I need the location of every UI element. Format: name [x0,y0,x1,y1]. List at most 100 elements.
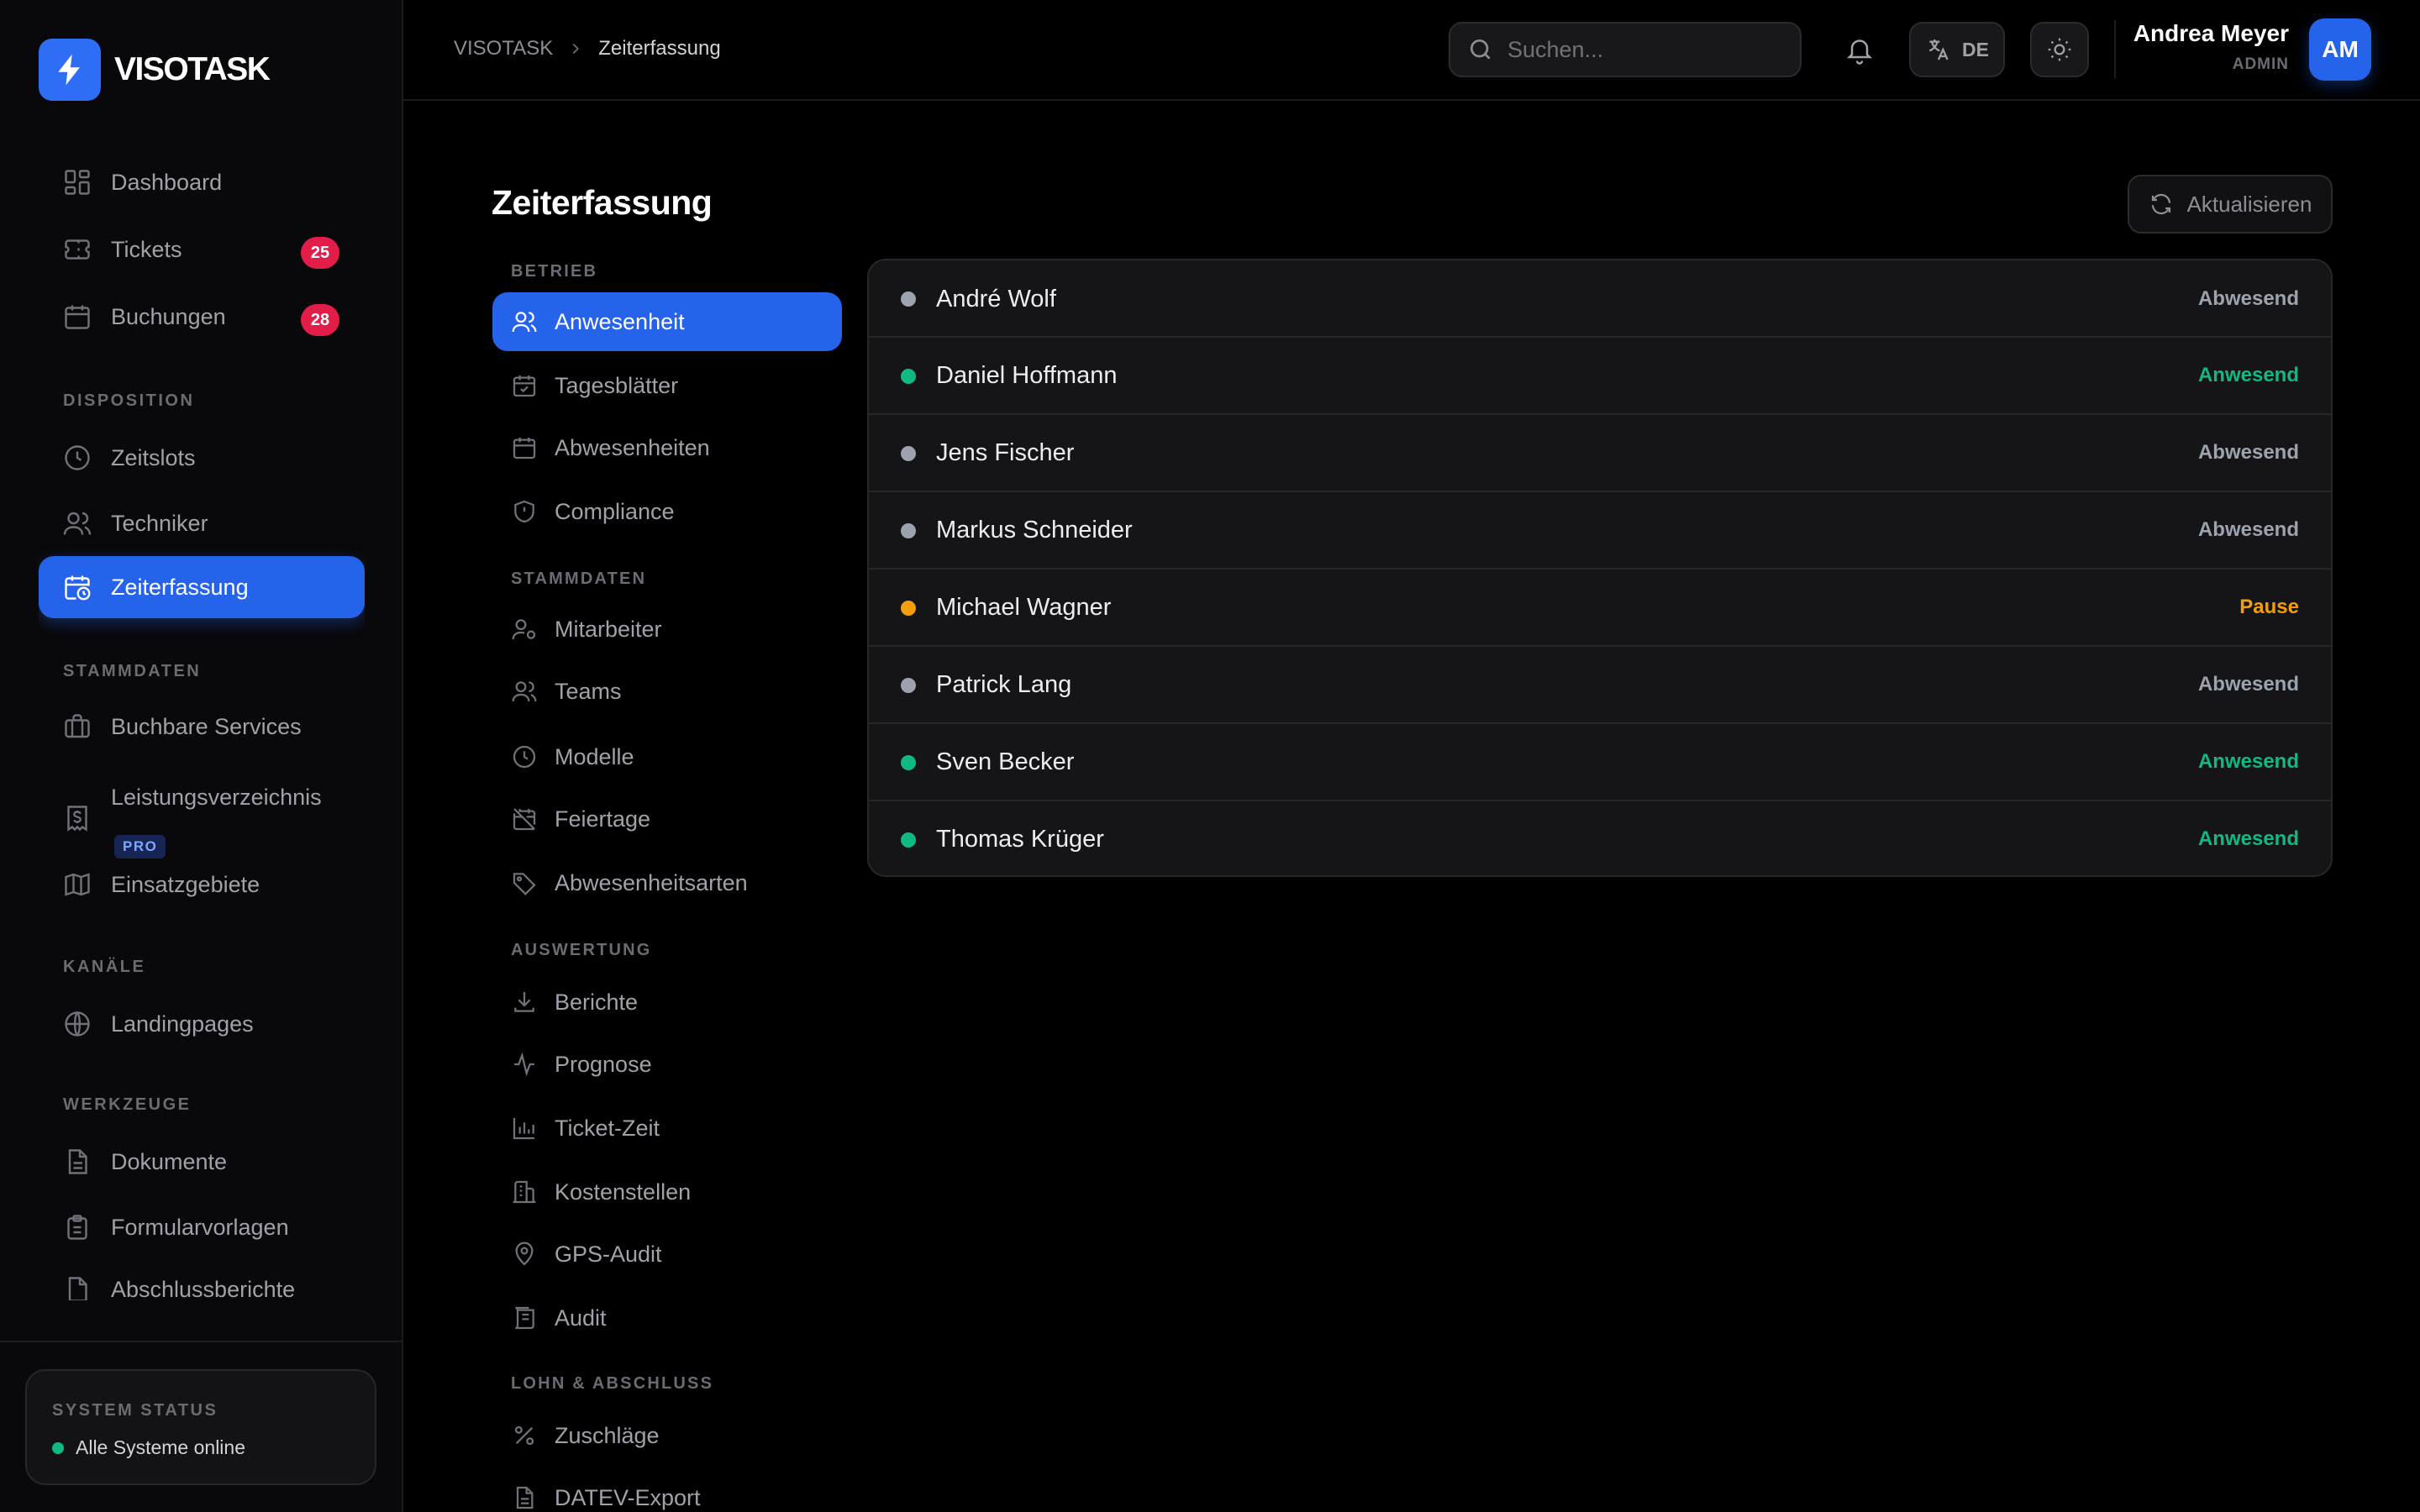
nav-item-techniker[interactable]: Techniker [39,492,365,554]
attendance-row[interactable]: Markus Schneider Abwesend [869,491,2331,568]
subnav-label: Kostenstellen [555,1179,692,1205]
briefcase-icon [65,714,90,738]
nav-item-tickets[interactable]: Tickets 25 [39,218,365,281]
refresh-button[interactable]: Aktualisieren [2128,175,2333,234]
document-icon [68,1149,87,1174]
subnav-item-compliance[interactable]: Compliance [492,482,842,541]
subnav-item-modelle[interactable]: Modelle [492,727,842,786]
dashboard-icon [65,170,90,195]
notifications-button[interactable] [1830,22,1889,77]
attendance-status: Pause [2239,596,2299,618]
search-box[interactable] [1449,22,1802,77]
subnav-item-kostenstellen[interactable]: Kostenstellen [492,1163,842,1221]
breadcrumb: VISOTASK Zeiterfassung [454,34,721,64]
attendance-row[interactable]: Michael Wagner Pause [869,568,2331,645]
employee-name: Patrick Lang [936,670,1072,698]
map-pin-icon [515,1242,534,1266]
employee-name: Jens Fischer [936,438,1075,466]
nav-label: Abschlussberichte [111,1276,296,1301]
tickets-count-badge: 25 [301,237,339,269]
nav-item-leistungsverzeichnis[interactable]: Leistungsverzeichnis PRO [39,769,365,864]
sidebar-divider [0,1341,402,1342]
employee-name: Markus Schneider [936,516,1133,543]
breadcrumb-root-link[interactable]: VISOTASK [454,37,553,60]
subnav-label: Prognose [555,1051,652,1077]
subnav-label: Compliance [555,498,675,524]
refresh-icon [2151,193,2170,215]
attendance-status: Anwesend [2197,364,2299,386]
refresh-label: Aktualisieren [2186,191,2312,217]
nav-label: Zeitslots [111,444,196,470]
subnav-item-feiertage[interactable]: Feiertage [492,790,842,848]
nav-label: Buchungen [111,303,226,329]
subnav-item-teams[interactable]: Teams [492,662,842,721]
theme-toggle-button[interactable] [2030,22,2089,77]
subnav-item-anwesenheit[interactable]: Anwesenheit [492,292,842,351]
activity-icon [514,1052,534,1077]
subnav-label: Mitarbeiter [555,616,662,642]
nav-item-buchungen[interactable]: Buchungen 28 [39,286,365,348]
subnav-label: Abwesenheitsarten [555,869,748,895]
subnav-item-zuschlaege[interactable]: Zuschläge [492,1406,842,1465]
nav-section-kanaele: KANÄLE [63,958,146,976]
nav-item-zeitslots[interactable]: Zeitslots [39,427,365,489]
nav-item-zeiterfassung[interactable]: Zeiterfassung [39,556,365,618]
subnav-item-abwesenheitsarten[interactable]: Abwesenheitsarten [492,853,842,912]
user-name[interactable]: Andrea Meyer [2133,20,2289,47]
attendance-status: Anwesend [2197,827,2299,850]
nav-item-einsatzgebiete[interactable]: Einsatzgebiete [39,853,365,916]
status-dot [901,291,916,307]
page-title: Zeiterfassung [492,183,713,222]
brand[interactable]: VISOTASK [39,39,271,101]
attendance-row[interactable]: Thomas Krüger Anwesend [869,800,2331,875]
nav-item-abschlussberichte[interactable]: Abschlussberichte [39,1258,365,1300]
subnav-section-lohn: LOHN & ABSCHLUSS [511,1374,714,1393]
language-label: DE [1962,38,1989,60]
language-button[interactable]: DE [1909,22,2005,77]
attendance-status: Abwesend [2197,518,2299,541]
nav-label: Dokumente [111,1148,228,1174]
employee-name: André Wolf [936,285,1056,312]
nav-item-buchbare-services[interactable]: Buchbare Services [39,696,365,758]
nav-label: Tickets [111,236,182,262]
attendance-row[interactable]: André Wolf Abwesend [869,260,2331,338]
subnav-item-ticket-zeit[interactable]: Ticket-Zeit [492,1099,842,1158]
attendance-row[interactable]: Daniel Hoffmann Anwesend [869,336,2331,413]
building-icon [513,1180,536,1204]
breadcrumb-current: Zeiterfassung [598,37,721,60]
download-icon [514,992,534,1012]
ticket-icon [65,239,90,260]
calendar-icon [513,438,536,459]
subnav-item-mitarbeiter[interactable]: Mitarbeiter [492,600,842,659]
subnav-item-audit[interactable]: Audit [492,1289,842,1347]
subnav-label: Teams [555,678,622,704]
system-status-text: Alle Systeme online [76,1436,245,1458]
nav-item-formularvorlagen[interactable]: Formularvorlagen [39,1196,365,1258]
search-input[interactable] [1507,36,1785,63]
nav-item-dashboard[interactable]: Dashboard [39,151,365,213]
nav-item-dokumente[interactable]: Dokumente [39,1131,365,1193]
attendance-row[interactable]: Patrick Lang Abwesend [869,645,2331,722]
subnav-item-gps-audit[interactable]: GPS-Audit [492,1225,842,1284]
calendar-off-icon [513,808,536,831]
subnav-item-berichte[interactable]: Berichte [492,973,842,1032]
nav-label: Leistungsverzeichnis [111,785,322,810]
system-status-card: SYSTEM STATUS Alle Systeme online [25,1369,376,1485]
user-role: ADMIN [2232,55,2289,73]
subnav-item-abwesenheiten[interactable]: Abwesenheiten [492,418,842,477]
attendance-row[interactable]: Jens Fischer Abwesend [869,413,2331,491]
subnav-item-datev-export[interactable]: DATEV-Export [492,1468,842,1512]
subnav-label: Berichte [555,989,639,1015]
clock-icon [65,445,90,470]
attendance-row[interactable]: Sven Becker Anwesend [869,722,2331,800]
attendance-status: Abwesend [2197,673,2299,696]
system-status-line: Alle Systeme online [52,1436,245,1459]
clipboard-icon [67,1215,87,1240]
subnav-item-tagesblaetter[interactable]: Tagesblätter [492,356,842,415]
nav-section-disposition: DISPOSITION [63,391,195,410]
scroll-icon [515,1306,534,1330]
nav-item-landingpages[interactable]: Landingpages [39,993,365,1055]
subnav-item-prognose[interactable]: Prognose [492,1035,842,1094]
users-icon [512,681,537,702]
avatar[interactable]: AM [2309,18,2371,81]
